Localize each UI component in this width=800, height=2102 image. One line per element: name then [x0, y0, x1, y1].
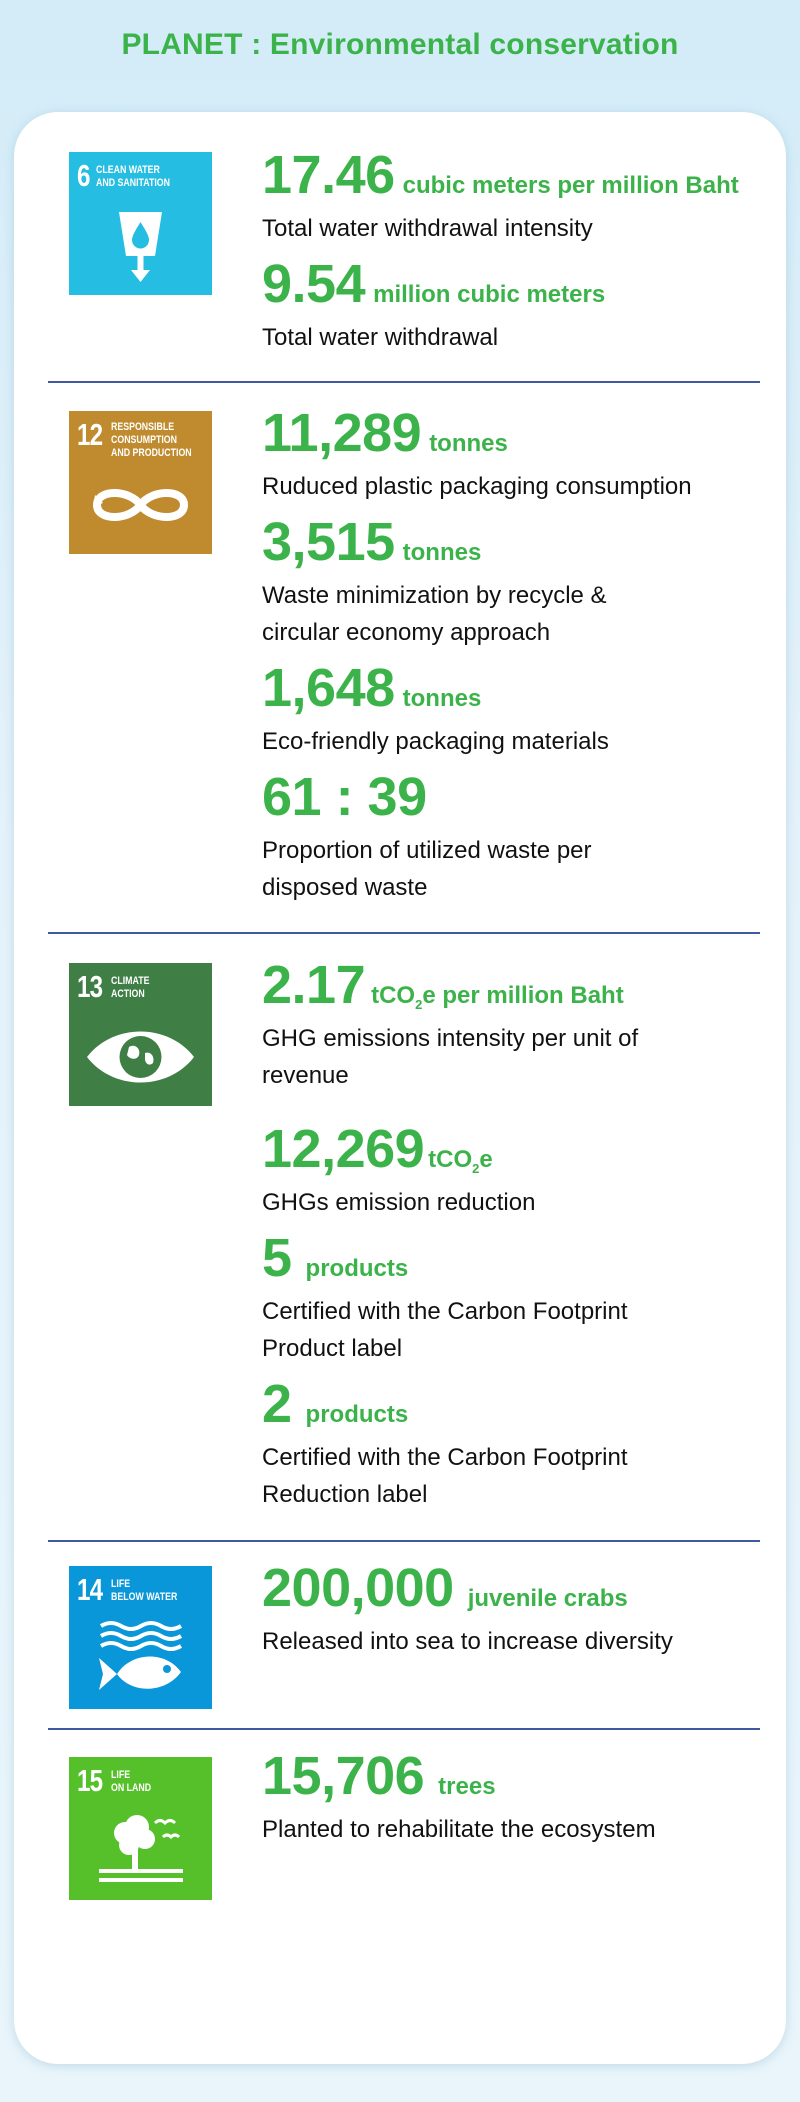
- metric-juvenile-crabs: 200,000 juvenile crabs Released into sea …: [262, 1557, 762, 1660]
- metric-waste-minimization: 3,515 tonnes Waste minimization by recycl…: [262, 511, 762, 651]
- metric-description: Proportion of utilized waste per dispose…: [262, 837, 592, 901]
- metric-value: 61 : 39: [262, 767, 427, 827]
- sdg-14-tile: 14 LIFE BELOW WATER: [69, 1566, 212, 1709]
- metric-unit: tonnes: [402, 685, 482, 712]
- metric-value: 12,269: [262, 1119, 425, 1179]
- metric-value: 15,706: [262, 1746, 425, 1806]
- section-divider: [48, 1728, 760, 1730]
- unit-text: tCO: [371, 982, 416, 1009]
- sdg-13-tile: 13 CLIMATE ACTION: [69, 963, 212, 1106]
- metric-description: Waste minimization by recycle & circular…: [262, 582, 607, 646]
- metric-description: Released into sea to increase diversity: [262, 1628, 673, 1655]
- metric-unit: trees: [438, 1773, 496, 1800]
- fish-waves-icon: [99, 1621, 183, 1690]
- metric-water-withdrawal: 9.54 million cubic meters Total water wit…: [262, 253, 762, 356]
- metric-carbon-footprint-reduction: 2 products Certified with the Carbon Foot…: [262, 1373, 762, 1513]
- metric-value: 2: [262, 1374, 292, 1434]
- metric-trees-planted: 15,706 trees Planted to rehabilitate the …: [262, 1745, 762, 1848]
- metric-description: GHGs emission reduction: [262, 1189, 536, 1216]
- metric-description: Certified with the Carbon Footprint Prod…: [262, 1298, 628, 1362]
- sdg-6-metrics: 17.46 cubic meters per million Baht Total…: [262, 144, 762, 356]
- metric-unit: juvenile crabs: [467, 1585, 628, 1612]
- metric-waste-proportion: 61 : 39 Proportion of utilized waste per…: [262, 766, 762, 906]
- sdg-15-metrics: 15,706 trees Planted to rehabilitate the …: [262, 1745, 762, 1848]
- metric-eco-packaging: 1,648 tonnes Eco-friendly packaging mater…: [262, 657, 762, 760]
- metric-unit: tonnes: [429, 430, 508, 457]
- metric-carbon-footprint-product: 5 products Certified with the Carbon Foot…: [262, 1227, 762, 1367]
- metric-description: Certified with the Carbon Footprint Redu…: [262, 1444, 628, 1508]
- metric-value: 1,648: [262, 658, 395, 718]
- sdg-13-metrics: 2.17 tCO2e per million Baht GHG emissions…: [262, 954, 762, 1513]
- metric-unit: tonnes: [402, 539, 482, 566]
- section-divider: [48, 381, 760, 383]
- sdg-14-metrics: 200,000 juvenile crabs Released into sea …: [262, 1557, 762, 1660]
- metric-description: Total water withdrawal intensity: [262, 215, 593, 242]
- metric-unit: tCO2e: [428, 1146, 493, 1176]
- section-divider: [48, 1540, 760, 1542]
- metric-water-intensity: 17.46 cubic meters per million Baht Total…: [262, 144, 762, 247]
- sdg-6-tile: 6 CLEAN WATER AND SANITATION: [69, 152, 212, 295]
- metric-description: Ruduced plastic packaging consumption: [262, 473, 692, 500]
- page-title: PLANET : Environmental conservation: [121, 28, 679, 61]
- sdg-12-metrics: 11,289 tonnes Ruduced plastic packaging c…: [262, 402, 762, 906]
- metric-value: 2.17: [262, 955, 366, 1015]
- metric-description: Eco-friendly packaging materials: [262, 728, 609, 755]
- metric-unit: cubic meters per million Baht: [402, 172, 739, 199]
- metric-ghg-intensity: 2.17 tCO2e per million Baht GHG emissions…: [262, 954, 762, 1094]
- sdg-12-tile: 12 RESPONSIBLE CONSUMPTION AND PRODUCTIO…: [69, 411, 212, 554]
- metric-value: 9.54: [262, 254, 366, 314]
- metric-value: 17.46: [262, 145, 395, 205]
- metric-description: Planted to rehabilitate the ecosystem: [262, 1816, 656, 1843]
- unit-text: e per million Baht: [422, 982, 624, 1009]
- water-glass-icon: [119, 212, 162, 282]
- metric-value: 200,000: [262, 1558, 454, 1618]
- metric-value: 11,289: [262, 403, 422, 463]
- metric-unit: tCO2e per million Baht: [371, 982, 624, 1012]
- sdg-15-tile: 15 LIFE ON LAND: [69, 1757, 212, 1900]
- section-divider: [48, 932, 760, 934]
- metric-unit: products: [305, 1401, 409, 1428]
- tree-birds-icon: [99, 1815, 183, 1882]
- metric-unit: million cubic meters: [373, 281, 606, 308]
- metric-value: 3,515: [262, 512, 395, 572]
- unit-text: e: [479, 1146, 493, 1173]
- metric-value: 5: [262, 1228, 292, 1288]
- metric-ghg-reduction: 12,269 tCO2e GHGs emission reduction: [262, 1118, 762, 1221]
- eye-globe-icon: [87, 1031, 194, 1083]
- metric-unit: products: [305, 1255, 409, 1282]
- unit-text: tCO: [428, 1146, 473, 1173]
- infinity-loop-icon: [92, 489, 189, 521]
- metric-plastic-reduction: 11,289 tonnes Ruduced plastic packaging c…: [262, 402, 762, 505]
- sdg-card: 6 CLEAN WATER AND SANITATION 17.46 cubic …: [14, 112, 786, 2064]
- metric-description: GHG emissions intensity per unit of reve…: [262, 1025, 639, 1089]
- metric-description: Total water withdrawal: [262, 324, 499, 351]
